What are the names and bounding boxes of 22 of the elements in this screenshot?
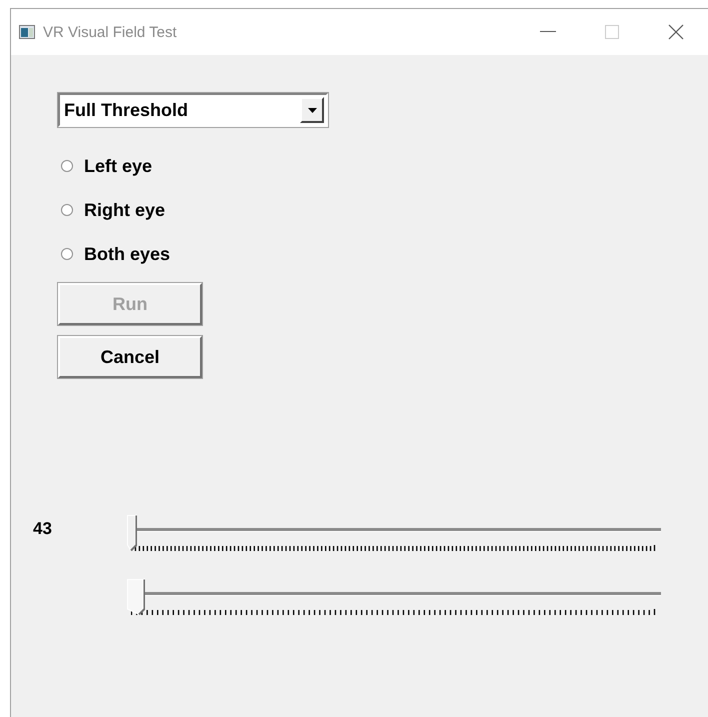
dropdown-arrow-button[interactable] — [300, 97, 324, 123]
radio-button[interactable] — [61, 160, 73, 172]
eye-radio-option[interactable]: Right eye — [61, 198, 708, 222]
cancel-button[interactable]: Cancel — [58, 336, 202, 378]
window-title: VR Visual Field Test — [43, 24, 178, 40]
radio-label: Both eyes — [84, 244, 170, 264]
radio-label: Left eye — [84, 156, 152, 176]
slider-value: 43 — [33, 518, 53, 539]
radio-button[interactable] — [61, 248, 73, 260]
app-icon — [19, 25, 35, 39]
slider-thumb[interactable] — [127, 515, 137, 551]
minimize-icon — [540, 31, 556, 33]
radio-button[interactable] — [61, 204, 73, 216]
eye-radio-option[interactable]: Both eyes — [61, 242, 708, 266]
test-type-dropdown[interactable]: Full Threshold — [58, 93, 328, 127]
caret-icon — [308, 108, 316, 112]
radio-label: Right eye — [84, 200, 166, 220]
close-icon — [668, 24, 684, 40]
dropdown-value: Full Threshold — [63, 100, 189, 120]
slider-thumb[interactable] — [127, 579, 145, 615]
eye-radio-option[interactable]: Left eye — [61, 154, 708, 178]
maximize-icon — [605, 25, 619, 39]
